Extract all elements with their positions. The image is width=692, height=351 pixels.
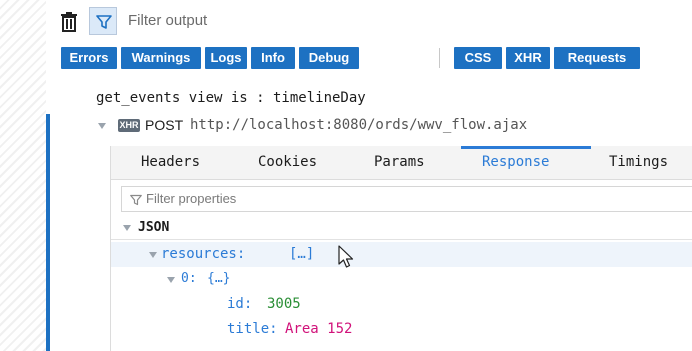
id-value: 3005	[267, 296, 301, 312]
expand-triangle-icon[interactable]	[98, 123, 106, 129]
errors-filter-button[interactable]: Errors	[61, 47, 117, 69]
tab-cookies[interactable]: Cookies	[258, 154, 317, 170]
warnings-filter-button[interactable]: Warnings	[121, 47, 201, 69]
json-row-resources[interactable]: resources: […]	[111, 242, 692, 268]
mouse-pointer-icon	[338, 245, 354, 268]
request-details-panel: Headers Cookies Params Response Timings …	[110, 146, 692, 351]
json-row-title: title: Area 152	[111, 317, 692, 342]
title-value: Area 152	[285, 321, 353, 337]
resources-preview: […]	[289, 246, 315, 262]
active-tab-indicator	[461, 146, 591, 149]
json-row-id: id: 3005	[111, 292, 692, 317]
json-section-header[interactable]: JSON	[111, 216, 692, 240]
json-section-label: JSON	[138, 220, 170, 235]
debug-filter-button[interactable]: Debug	[299, 47, 359, 69]
console-output: get_events view is : timelineDay XHR POS…	[46, 80, 692, 351]
filter-properties-input[interactable]: Filter properties	[121, 186, 692, 212]
item-preview: {…}	[207, 271, 231, 286]
expand-triangle-icon[interactable]	[149, 252, 157, 258]
resources-key: resources:	[161, 246, 246, 262]
title-key: title:	[227, 321, 278, 337]
console-toolbar: Filter output	[46, 0, 692, 44]
funnel-icon	[130, 194, 142, 206]
funnel-icon	[96, 15, 112, 29]
requests-filter-button[interactable]: Requests	[554, 47, 640, 69]
details-tabs: Headers Cookies Params Response Timings	[111, 146, 692, 180]
tab-headers[interactable]: Headers	[141, 154, 200, 170]
trash-icon[interactable]	[59, 11, 79, 33]
expand-triangle-icon[interactable]	[167, 277, 175, 283]
tab-params[interactable]: Params	[374, 154, 425, 170]
filter-output-input[interactable]: Filter output	[128, 12, 207, 29]
item-key: 0:	[181, 271, 197, 286]
filter-toggle-button[interactable]	[89, 7, 117, 35]
message-indicator-bar	[46, 114, 50, 351]
log-level-filters: Errors Warnings Logs Info Debug CSS XHR …	[46, 44, 692, 72]
collapse-triangle-icon[interactable]	[123, 225, 131, 231]
log-message: get_events view is : timelineDay	[96, 90, 366, 106]
filter-properties-placeholder: Filter properties	[146, 191, 237, 206]
request-method: POST	[145, 117, 184, 133]
tab-timings[interactable]: Timings	[609, 154, 668, 170]
json-row-item-0[interactable]: 0: {…}	[111, 267, 692, 292]
filter-separator	[439, 48, 440, 68]
xhr-badge: XHR	[118, 119, 140, 132]
info-filter-button[interactable]: Info	[251, 47, 295, 69]
css-filter-button[interactable]: CSS	[454, 47, 502, 69]
id-key: id:	[227, 296, 253, 312]
devtools-side-gutter	[0, 0, 46, 351]
request-url[interactable]: http://localhost:8080/ords/wwv_flow.ajax	[190, 117, 527, 133]
tab-response[interactable]: Response	[482, 154, 549, 170]
logs-filter-button[interactable]: Logs	[205, 47, 247, 69]
xhr-filter-button[interactable]: XHR	[506, 47, 550, 69]
